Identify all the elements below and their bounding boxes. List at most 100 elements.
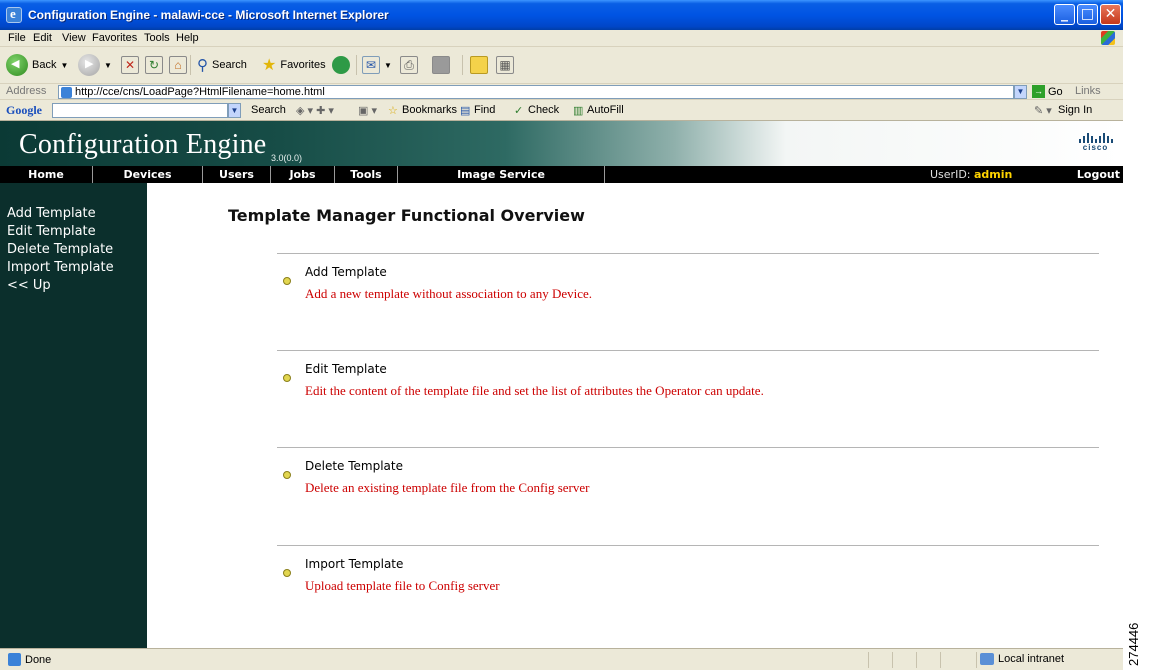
menu-file[interactable]: File	[8, 32, 26, 44]
edit-button[interactable]	[432, 53, 450, 77]
bullet-icon	[283, 374, 291, 382]
bookmarks-star-icon: ☆	[388, 105, 398, 117]
google-settings-icon[interactable]: ✎ ▾	[1034, 104, 1052, 117]
research-icon: ▦	[496, 56, 514, 74]
sidebar-item-edit-template[interactable]: Edit Template	[7, 223, 147, 241]
section-title[interactable]: Import Template	[305, 557, 403, 571]
address-input[interactable]: http://cce/cns/LoadPage?HtmlFilename=hom…	[58, 85, 1014, 99]
stop-button[interactable]: ✕	[121, 53, 139, 77]
sidebar-item-add-template[interactable]: Add Template	[7, 205, 147, 223]
menu-bar: File Edit View Favorites Tools Help	[0, 30, 1123, 47]
google-signin-button[interactable]: Sign In	[1058, 104, 1092, 116]
pagerank-icon[interactable]: ▣ ▾	[358, 104, 377, 117]
app-banner: Configuration Engine 3.0(0.0) cisco	[0, 121, 1123, 166]
nav-image-service[interactable]: Image Service	[398, 166, 604, 183]
intranet-icon	[980, 653, 994, 665]
section-description: Add a new template without association t…	[305, 286, 593, 301]
search-icon: ⚲	[197, 57, 208, 74]
standard-toolbar: Back ▼ ▼ ✕ ↻ ⌂ ⚲ Search ★ Favorites	[0, 47, 1123, 84]
sidebar-item-delete-template[interactable]: Delete Template	[7, 241, 147, 259]
nav-tools[interactable]: Tools	[335, 166, 397, 183]
google-logo[interactable]: Google	[6, 103, 42, 118]
find-icon: ▤	[460, 105, 471, 117]
divider	[277, 545, 1099, 546]
page-title: Template Manager Functional Overview	[228, 206, 585, 225]
title-bar: Configuration Engine - malawi-cce - Micr…	[0, 0, 1123, 30]
refresh-button[interactable]: ↻	[145, 53, 163, 77]
mail-icon: ✉	[362, 56, 380, 74]
logout-link[interactable]: Logout	[1077, 166, 1120, 183]
ie-logo-icon	[6, 6, 22, 23]
bullet-icon	[283, 471, 291, 479]
nav-devices[interactable]: Devices	[93, 166, 202, 183]
divider	[277, 447, 1099, 448]
google-bookmarks-button[interactable]: Bookmarks	[402, 104, 457, 116]
google-toolbar: Google ▼ Search ◈ ▾ ✚ ▾ ▣ ▾ ☆ Bookmarks …	[0, 100, 1123, 121]
edit-icon	[432, 56, 450, 74]
print-button[interactable]: ⎙	[400, 53, 418, 77]
cisco-logo: cisco	[1078, 133, 1113, 152]
print-icon: ⎙	[400, 56, 418, 74]
section-title[interactable]: Edit Template	[305, 362, 387, 376]
mail-button[interactable]: ✉ ▼	[362, 53, 392, 77]
research-button[interactable]: ▦	[496, 53, 514, 77]
nav-home[interactable]: Home	[0, 166, 92, 183]
address-label: Address	[6, 85, 47, 97]
divider	[277, 350, 1099, 351]
address-bar: Address http://cce/cns/LoadPage?HtmlFile…	[0, 84, 1123, 100]
page-icon	[61, 87, 72, 98]
bullet-icon	[283, 277, 291, 285]
sidebar: Add Template Edit Template Delete Templa…	[0, 183, 147, 648]
menu-favorites[interactable]: Favorites	[92, 32, 137, 44]
section-title[interactable]: Delete Template	[305, 459, 403, 473]
google-dropdown-button[interactable]: ▼	[228, 103, 241, 118]
home-button[interactable]: ⌂	[169, 53, 187, 77]
browser-window: Configuration Engine - malawi-cce - Micr…	[0, 0, 1123, 670]
google-autofill-button[interactable]: AutoFill	[587, 104, 624, 116]
google-find-button[interactable]: Find	[474, 104, 495, 116]
history-button[interactable]	[332, 53, 350, 77]
search-button[interactable]: ⚲ Search	[197, 53, 247, 77]
main-nav: Home Devices Users Jobs Tools Image Serv…	[0, 166, 1123, 183]
page-done-icon	[8, 653, 21, 666]
refresh-icon: ↻	[145, 56, 163, 74]
status-text: Done	[8, 653, 51, 666]
folder-icon	[470, 56, 488, 74]
close-button[interactable]: ✕	[1100, 4, 1121, 25]
history-icon	[332, 56, 350, 74]
links-toolbar[interactable]: Links	[1075, 85, 1101, 97]
section-title[interactable]: Add Template	[305, 265, 387, 279]
nav-jobs[interactable]: Jobs	[271, 166, 334, 183]
check-icon: ✓	[514, 105, 524, 117]
minimize-button[interactable]: _	[1054, 4, 1075, 25]
app-version: 3.0(0.0)	[271, 153, 303, 163]
status-bar: Done Local intranet	[0, 648, 1123, 670]
messenger-button[interactable]	[470, 53, 488, 77]
divider	[277, 253, 1099, 254]
menu-edit[interactable]: Edit	[33, 32, 52, 44]
star-icon: ★	[262, 57, 277, 74]
sidebar-item-up[interactable]: << Up	[7, 277, 147, 295]
address-dropdown-button[interactable]: ▼	[1014, 85, 1027, 99]
forward-button[interactable]: ▼	[78, 53, 112, 77]
back-button[interactable]: Back ▼	[6, 53, 68, 77]
google-options-icon[interactable]: ◈ ▾ ✚ ▾	[296, 104, 334, 117]
bullet-icon	[283, 569, 291, 577]
google-search-button[interactable]: Search	[251, 104, 286, 116]
menu-tools[interactable]: Tools	[144, 32, 170, 44]
app-title: Configuration Engine	[19, 129, 267, 160]
menu-view[interactable]: View	[62, 32, 86, 44]
stop-icon: ✕	[121, 56, 139, 74]
favorites-button[interactable]: ★ Favorites	[262, 53, 326, 77]
sidebar-item-import-template[interactable]: Import Template	[7, 259, 147, 277]
google-check-button[interactable]: Check	[528, 104, 559, 116]
maximize-button[interactable]: □	[1077, 4, 1098, 25]
home-icon: ⌂	[169, 56, 187, 74]
figure-number: 274446	[1126, 622, 1141, 666]
google-search-input[interactable]	[52, 103, 228, 118]
menu-help[interactable]: Help	[176, 32, 199, 44]
address-url: http://cce/cns/LoadPage?HtmlFilename=hom…	[75, 86, 325, 98]
nav-users[interactable]: Users	[203, 166, 270, 183]
go-button[interactable]: → Go	[1032, 85, 1063, 98]
forward-arrow-icon	[78, 54, 100, 76]
